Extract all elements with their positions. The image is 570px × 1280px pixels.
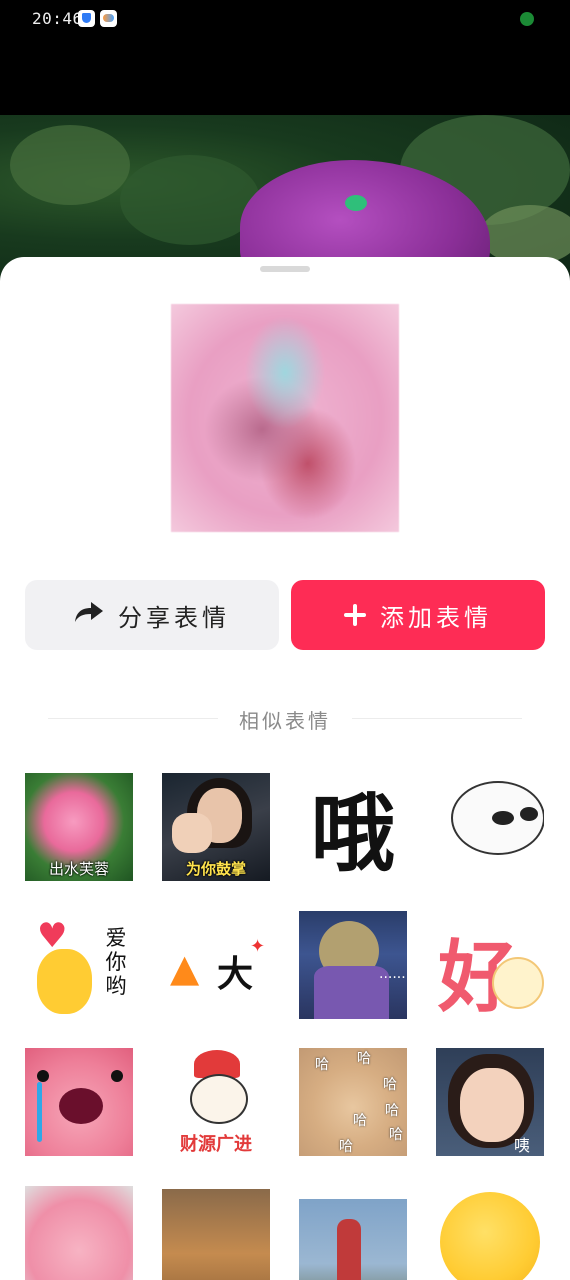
blob-eye [520, 807, 538, 821]
similar-section-title: 相似表情 [239, 709, 331, 733]
eye [37, 1070, 49, 1082]
sticker-item-beaver[interactable] [25, 1186, 133, 1280]
sticker-preview [171, 304, 399, 532]
sticker-text: 哈 [383, 1077, 397, 1093]
sticker-item-blob[interactable] [436, 773, 544, 881]
share-button-label: 分享表情 [118, 603, 230, 632]
smiley-face [440, 1192, 540, 1280]
finger-heart-hand [37, 949, 92, 1014]
sticker-text: 哈 [389, 1127, 403, 1143]
blob-eye [492, 811, 514, 825]
divider-right [352, 718, 522, 719]
face [460, 1068, 524, 1142]
sticker-item-hao[interactable]: 好 [436, 911, 544, 1019]
sticker-text: 爱你哟 [105, 926, 127, 998]
mic-indicator-icon [520, 12, 534, 26]
hamster [492, 957, 544, 1009]
share-sticker-button[interactable]: 分享表情 [25, 580, 279, 650]
shield-icon [78, 10, 95, 27]
bear-face [190, 1074, 248, 1124]
sticker-item-flower[interactable]: 出水芙蓉 [25, 773, 133, 881]
sticker-caption: 出水芙蓉 [48, 860, 109, 878]
sticker-item-wealth[interactable]: 财源广进 [162, 1048, 270, 1156]
plus-icon [344, 604, 366, 626]
sticker-text: 哈 [353, 1113, 367, 1129]
foliage [480, 205, 570, 265]
tear [37, 1082, 42, 1142]
sticker-text: 哈 [385, 1103, 399, 1119]
sticker-text: 哈 [315, 1057, 329, 1073]
robot-eye [345, 195, 367, 211]
sticker-item-frog[interactable]: ...... [299, 911, 407, 1019]
sticker-item-cat[interactable]: 哈 哈 哈 哈 哈 哈 哈 [299, 1048, 407, 1156]
divider-left [48, 718, 218, 719]
sticker-text: 哈 [339, 1139, 353, 1155]
sticker-text: ...... [379, 966, 406, 982]
status-time: 20:46 [32, 9, 83, 28]
share-arrow-icon [74, 600, 104, 630]
nose [59, 1088, 103, 1124]
sticker-caption: 为你鼓掌 [185, 860, 246, 878]
eye [111, 1070, 123, 1082]
add-sticker-button[interactable]: 添加表情 [291, 580, 545, 650]
sticker-item-big[interactable]: ▲ 大 ✦ [162, 911, 270, 1019]
foliage [10, 125, 130, 205]
clapping-hands [172, 813, 212, 853]
sticker-item-dog[interactable] [162, 1189, 270, 1280]
sticker-item-ultraman[interactable] [299, 1199, 407, 1280]
sparkle-icon: ✦ [250, 936, 266, 957]
sticker-item-e[interactable]: 哦 [299, 773, 407, 881]
sticker-text: 财源广进 [180, 1134, 252, 1155]
sticker-text: 咦 [514, 1136, 531, 1155]
frog-shirt [314, 966, 389, 1019]
sticker-item-love[interactable]: ♥ 爱你哟 [25, 911, 133, 1019]
sticker-text: 哈 [357, 1051, 371, 1067]
foliage [120, 155, 260, 245]
sticker-item-girl[interactable]: 咦 [436, 1048, 544, 1156]
sticker-item-clap[interactable]: 为你鼓掌 [162, 773, 270, 881]
ultraman-figure [337, 1219, 361, 1280]
add-button-label: 添加表情 [380, 603, 492, 632]
status-bar: 20:46 [0, 0, 570, 38]
sticker-sheet: 分享表情 添加表情 相似表情 出水芙蓉 为你鼓掌 哦 ♥ 爱你哟 ▲ 大 ✦ .… [0, 257, 570, 1280]
sticker-item-cry[interactable] [25, 1048, 133, 1156]
game-icon [100, 10, 117, 27]
sticker-text: 哦 [310, 784, 395, 882]
sticker-text: 大 [217, 954, 254, 995]
sticker-item-smile[interactable] [436, 1186, 544, 1280]
sheet-drag-handle[interactable] [260, 266, 310, 272]
fire-icon: ▲ [170, 946, 200, 990]
